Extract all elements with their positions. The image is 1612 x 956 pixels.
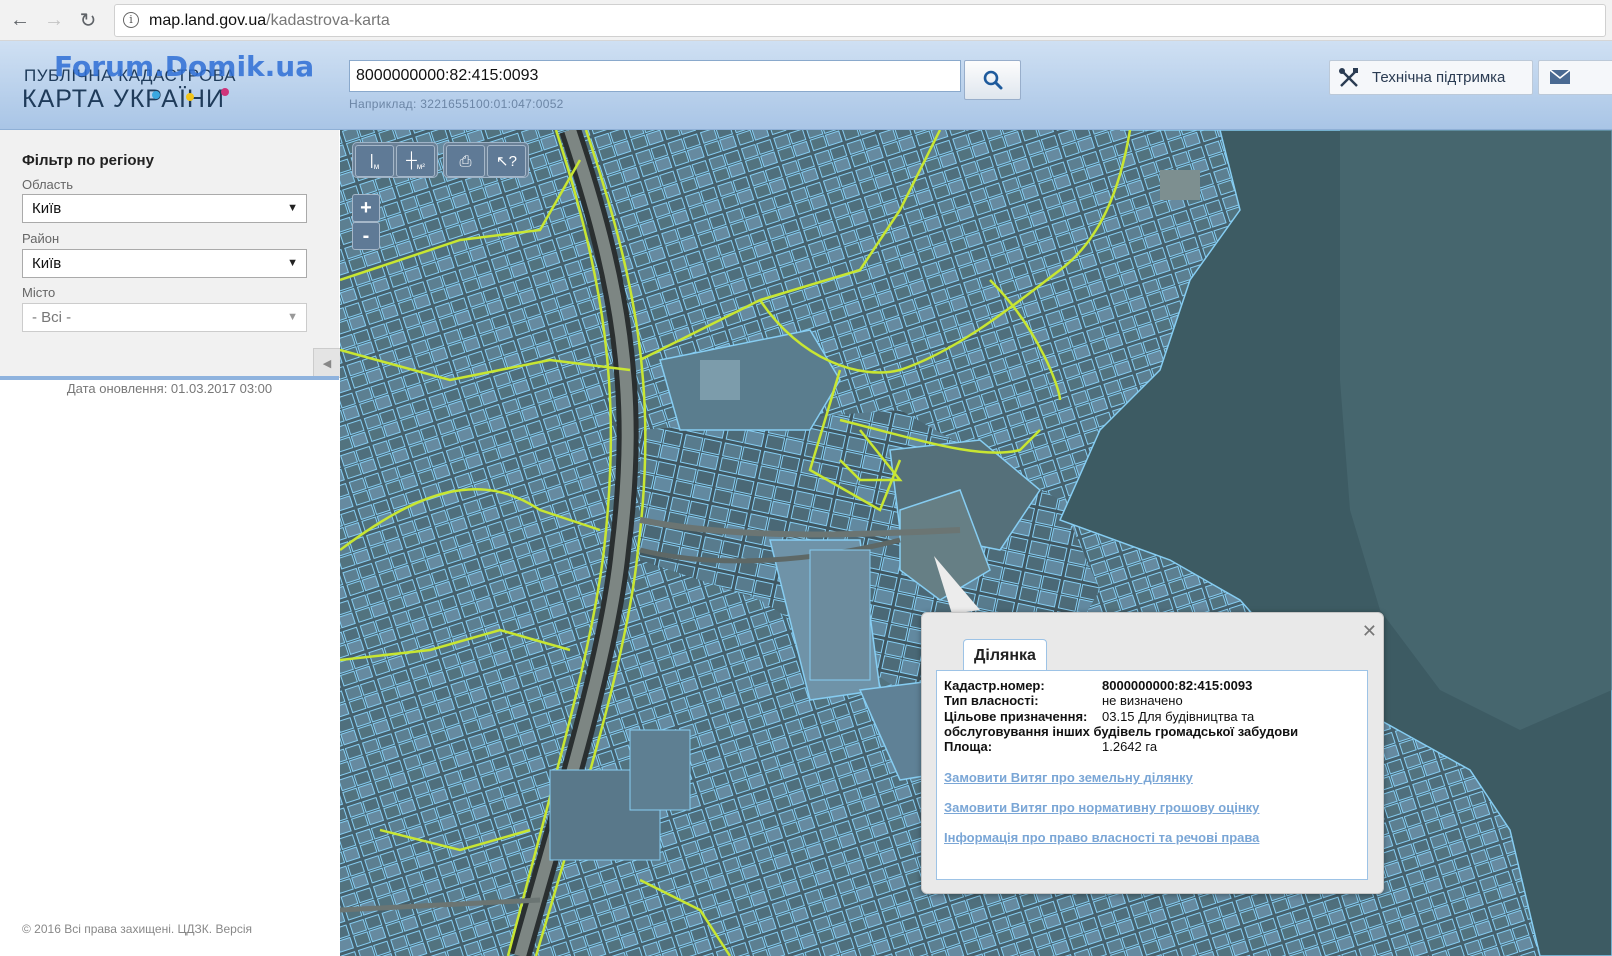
misto-label: Місто: [22, 285, 56, 300]
info-icon[interactable]: i: [123, 12, 139, 28]
detail-value: 8000000000:82:415:0093: [1102, 678, 1253, 693]
tech-support-label: Технічна підтримка: [1372, 69, 1506, 86]
url-path: /kadastrova-karta: [266, 12, 390, 29]
sidebar-divider: [0, 376, 339, 380]
misto-select[interactable]: - Всі - ▼: [22, 303, 307, 332]
measure-toolbar: |м ┼м²: [352, 142, 438, 178]
site-header: ПУБЛІЧНА КАДАСТРОВА КАРТА УКРАЇНИ Forum.…: [0, 41, 1612, 130]
oblast-select[interactable]: Київ ▼: [22, 194, 307, 223]
tech-support-button[interactable]: Технічна підтримка: [1329, 60, 1533, 95]
parcel-info-popup: ✕ Ділянка Кадастр.номер: 8000000000:82:4…: [921, 612, 1384, 894]
misto-value: - Всі -: [32, 309, 72, 326]
detail-key: Цільове призначення:: [944, 709, 1088, 724]
detail-key: Площа:: [944, 739, 993, 754]
detail-value: 1.2642 га: [1102, 739, 1158, 754]
search-button[interactable]: [964, 60, 1021, 100]
rayon-label: Район: [22, 231, 60, 246]
detail-value: обслуговування інших будівель громадсько…: [944, 724, 1299, 739]
print-button[interactable]: ⎙: [446, 145, 485, 177]
tools-icon: [1339, 67, 1358, 87]
measure-length-button[interactable]: |м: [355, 145, 394, 177]
close-icon[interactable]: ✕: [1362, 621, 1377, 642]
tab-parcel[interactable]: Ділянка: [963, 639, 1047, 671]
oblast-label: Область: [22, 177, 74, 192]
logo-dot-pink: [221, 88, 229, 96]
region-filter: Фільтр по регіону Область Київ ▼ Район К…: [0, 130, 340, 378]
update-date: Дата оновлення: 01.03.2017 03:00: [66, 381, 273, 396]
back-arrow-icon[interactable]: ←: [6, 6, 34, 34]
logo-dot-yellow: [186, 93, 194, 101]
envelope-icon: [1549, 69, 1571, 84]
address-text: map.land.gov.ua/kadastrova-karta: [149, 12, 390, 30]
sidebar: Фільтр по регіону Область Київ ▼ Район К…: [0, 130, 340, 956]
search-icon: [983, 70, 1002, 90]
logo-line2: КАРТА УКРАЇНИ: [22, 85, 225, 113]
printer-icon: ⎙: [459, 152, 472, 170]
rayon-value: Київ: [32, 255, 62, 272]
logo-dot-blue: [152, 91, 160, 99]
ownership-info-link[interactable]: Інформація про право власності та речові…: [944, 830, 1259, 845]
measure-area-button[interactable]: ┼м²: [396, 145, 435, 177]
url-domain: map.land.gov.ua: [149, 12, 267, 29]
reload-icon[interactable]: ↻: [74, 6, 102, 34]
pointer-question-icon: ↖?: [496, 153, 517, 170]
dropdown-arrow-icon: ▼: [287, 202, 298, 214]
dropdown-arrow-icon: ▼: [287, 257, 298, 269]
oblast-value: Київ: [32, 200, 62, 217]
watermark: Forum.Domik.ua: [54, 50, 315, 83]
search-hint: Наприклад: 3221655100:01:047:0052: [349, 97, 564, 111]
order-valuation-link[interactable]: Замовити Витяг про нормативну грошову оц…: [944, 800, 1259, 815]
mail-button[interactable]: [1538, 60, 1612, 95]
rayon-select[interactable]: Київ ▼: [22, 249, 307, 278]
copyright-footer: © 2016 Всі права захищені. ЦДЗК. Версія: [22, 922, 252, 936]
parcel-details: Кадастр.номер: 8000000000:82:415:0093 Ти…: [936, 670, 1368, 880]
forward-arrow-icon[interactable]: →: [40, 6, 68, 34]
ruler-icon: |м: [369, 151, 380, 171]
detail-value: не визначено: [1102, 693, 1183, 708]
cadastre-search-input[interactable]: 8000000000:82:415:0093: [349, 60, 961, 92]
chevron-left-icon: ◀: [322, 357, 332, 370]
dropdown-arrow-icon: ▼: [287, 311, 298, 323]
area-icon: ┼м²: [406, 151, 425, 171]
zoom-out-button[interactable]: -: [352, 222, 380, 250]
detail-key: Тип власності:: [944, 693, 1039, 708]
identify-button[interactable]: ↖?: [487, 145, 526, 177]
filter-title: Фільтр по регіону: [22, 152, 154, 169]
address-bar[interactable]: i map.land.gov.ua/kadastrova-karta: [114, 4, 1606, 37]
collapse-sidebar-button[interactable]: ◀: [313, 348, 340, 378]
zoom-in-button[interactable]: +: [352, 194, 380, 222]
detail-value: 03.15 Для будівництва та: [1102, 709, 1255, 724]
print-toolbar: ⎙ ↖?: [443, 142, 529, 178]
browser-toolbar: ← → ↻ i map.land.gov.ua/kadastrova-karta: [0, 0, 1612, 41]
order-extract-link[interactable]: Замовити Витяг про земельну ділянку: [944, 770, 1193, 785]
detail-key: Кадастр.номер:: [944, 678, 1045, 693]
